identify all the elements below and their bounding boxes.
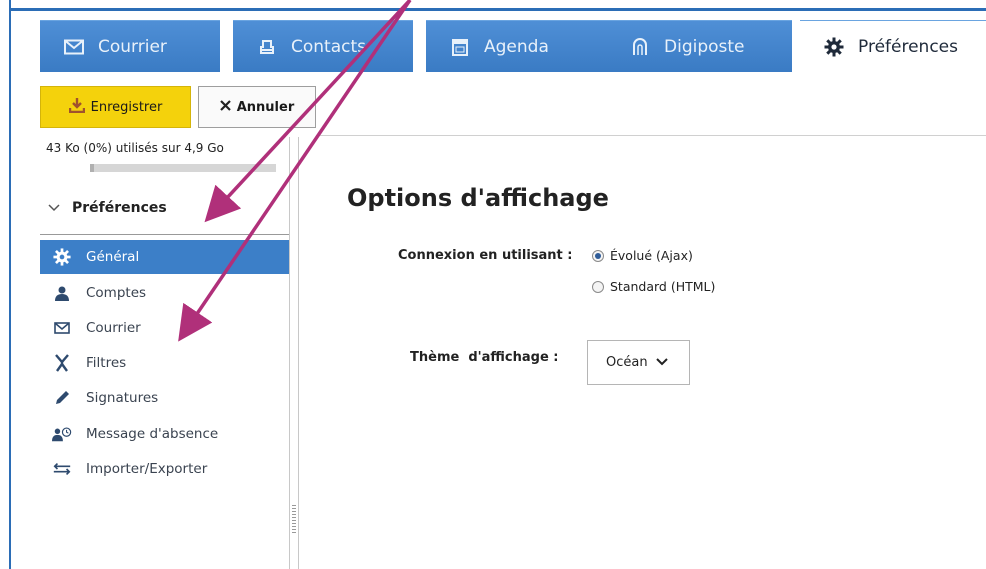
login-option-ajax[interactable]: Évolué (Ajax)	[592, 248, 693, 263]
sidebar-item-label: Comptes	[86, 285, 147, 301]
sidebar-item-courrier[interactable]: Courrier	[40, 311, 290, 345]
gear-icon	[824, 37, 844, 57]
gear-icon	[52, 247, 72, 267]
user-clock-icon	[52, 424, 72, 444]
pen-icon	[52, 388, 72, 408]
sidebar-item-import-export[interactable]: Importer/Exporter	[40, 452, 290, 486]
calendar-icon	[450, 37, 470, 57]
radio-label: Standard (HTML)	[610, 279, 716, 294]
tab-label: Contacts	[291, 36, 366, 57]
radio-button[interactable]	[592, 249, 604, 262]
sidebar-item-label: Filtres	[86, 355, 127, 371]
digiposte-icon	[630, 37, 650, 57]
sidebar-item-label: Général	[86, 249, 140, 265]
cancel-button-label: Annuler	[236, 99, 295, 115]
sidebar-border	[289, 137, 290, 569]
theme-select[interactable]: Océan	[587, 340, 690, 385]
sidebar-item-label: Importer/Exporter	[86, 461, 208, 477]
quota-text: 43 Ko (0%) utilisés sur 4,9 Go	[46, 141, 224, 155]
storage-quota: 43 Ko (0%) utilisés sur 4,9 Go	[40, 137, 290, 181]
tab-digiposte[interactable]: Digiposte	[606, 20, 792, 72]
sidebar-item-general[interactable]: Général	[40, 240, 290, 274]
contacts-icon	[257, 37, 277, 57]
app-tab-bar: Courrier Contacts Agenda Digiposte Préfé…	[40, 20, 986, 72]
download-icon	[68, 97, 85, 117]
sidebar-item-filtres[interactable]: Filtres	[40, 346, 290, 380]
filter-icon	[52, 353, 72, 373]
toolbar-divider	[316, 135, 986, 136]
envelope-icon	[52, 318, 72, 338]
radio-label: Évolué (Ajax)	[610, 248, 693, 263]
content-border	[298, 137, 299, 569]
save-button-label: Enregistrer	[90, 99, 163, 115]
close-icon	[219, 99, 231, 115]
theme-label: Thème d'affichage :	[410, 350, 559, 365]
tab-agenda[interactable]: Agenda	[426, 20, 606, 72]
tab-contacts[interactable]: Contacts	[233, 20, 413, 72]
sidebar-item-absence[interactable]: Message d'absence	[40, 417, 290, 451]
window-frame-left	[0, 0, 11, 569]
sidebar-item-label: Signatures	[86, 390, 159, 406]
tab-label: Courrier	[98, 36, 167, 57]
sidebar-section-title: Préférences	[72, 200, 167, 216]
login-mode-label: Connexion en utilisant :	[398, 248, 573, 263]
chevron-down-icon	[655, 355, 668, 370]
cancel-button[interactable]: Annuler	[198, 86, 316, 128]
sidebar-resize-handle[interactable]	[292, 505, 296, 535]
tab-courrier[interactable]: Courrier	[40, 20, 220, 72]
sidebar: Préférences Général Comptes Courrier Fil…	[40, 181, 290, 569]
quota-bar-fill	[90, 164, 94, 172]
import-export-icon	[52, 459, 72, 479]
tab-label: Digiposte	[664, 36, 745, 57]
quota-bar	[90, 164, 276, 172]
tab-label: Agenda	[484, 36, 549, 57]
sidebar-section-preferences[interactable]: Préférences	[40, 191, 290, 225]
save-button[interactable]: Enregistrer	[40, 86, 191, 128]
tab-preferences[interactable]: Préférences	[800, 20, 986, 72]
chevron-down-icon	[48, 200, 60, 216]
tab-label: Préférences	[858, 36, 958, 57]
envelope-icon	[64, 37, 84, 57]
sidebar-item-label: Courrier	[86, 320, 141, 336]
sidebar-item-label: Message d'absence	[86, 426, 219, 442]
radio-button[interactable]	[592, 280, 604, 293]
login-option-html[interactable]: Standard (HTML)	[592, 279, 715, 294]
sidebar-item-comptes[interactable]: Comptes	[40, 276, 290, 310]
window-frame-top	[10, 8, 986, 11]
page-title: Options d'affichage	[347, 184, 609, 212]
theme-select-value: Océan	[606, 355, 648, 370]
sidebar-divider	[40, 234, 290, 235]
sidebar-item-signatures[interactable]: Signatures	[40, 381, 290, 415]
user-icon	[52, 283, 72, 303]
